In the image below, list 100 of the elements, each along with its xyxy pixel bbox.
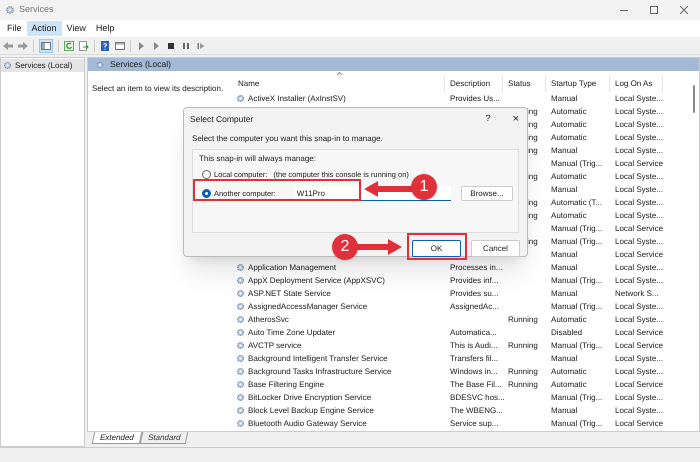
browse-button[interactable]: Browse... [460, 186, 513, 201]
table-cell-text: Automatic (T... [550, 196, 604, 208]
column-header[interactable]: Status [503, 76, 546, 92]
forward-arrow-icon[interactable] [18, 40, 28, 50]
column-header[interactable]: Description [445, 76, 503, 92]
ok-button[interactable]: OK [412, 240, 461, 257]
table-cell-text: Automatica... [449, 326, 498, 338]
table-cell-text: Manual [550, 404, 578, 416]
help-icon[interactable] [100, 40, 110, 50]
export-icon[interactable] [79, 40, 89, 50]
gear-icon [236, 94, 245, 103]
table-cell-text: Automatic [550, 118, 588, 130]
table-cell-text: Automatic [550, 210, 588, 222]
menu-item[interactable]: View [62, 21, 91, 36]
maximize-icon[interactable] [650, 6, 658, 14]
table-cell-text: Local Service [614, 248, 663, 260]
console-tree-button[interactable] [39, 38, 53, 52]
table-cell-text: Automatic [550, 106, 588, 118]
service-name[interactable]: Auto Time Zone Updater [248, 326, 336, 338]
menu-item[interactable]: Help [90, 21, 120, 36]
tree-item[interactable]: Services (Local) [1, 59, 84, 72]
group-label: This snap-in will always manage: [198, 153, 317, 165]
window-title: Services [19, 3, 54, 16]
table-cell-text: Windows in... [449, 366, 499, 378]
table-cell-text: Local Syste... [614, 404, 663, 416]
service-name[interactable]: Base Filtering Engine [248, 378, 324, 390]
radio-button[interactable] [202, 189, 211, 198]
back-arrow-icon[interactable] [3, 40, 13, 50]
resume-icon[interactable] [196, 40, 206, 50]
table-cell-text: Running [507, 314, 539, 326]
service-name[interactable]: Background Intelligent Transfer Service [248, 352, 388, 364]
table-cell-text: Automatic [550, 314, 588, 326]
table-cell-text: Manual [550, 144, 578, 156]
table-cell-text: Local Syste... [614, 184, 663, 196]
column-header[interactable]: Log On As [610, 76, 663, 92]
table-cell-text: This is Audi... [449, 340, 499, 352]
column-header[interactable]: Startup Type [546, 76, 610, 92]
table-cell-text: Local Syste... [614, 274, 663, 286]
table-cell-text: Local Syste... [614, 132, 663, 144]
table-cell-text: Manual [550, 288, 578, 300]
table-cell-text: Running [507, 340, 539, 352]
table-cell-text: Manual (Trig... [550, 274, 604, 286]
table-cell-text: Manual [550, 248, 578, 260]
table-cell-text: The Base Fil... [449, 378, 503, 390]
close-button[interactable]: × [512, 110, 519, 128]
service-name[interactable]: ASP.NET State Service [248, 288, 331, 300]
table-cell-text: Manual [550, 184, 578, 196]
view-tab[interactable]: Standard [140, 432, 189, 444]
table-cell-text: Local Service [614, 222, 663, 234]
table-cell-text: Manual [550, 92, 578, 104]
service-name[interactable]: Bluetooth Audio Gateway Service [248, 418, 367, 430]
table-cell-text: Manual (Trig... [550, 236, 604, 248]
radio-button[interactable] [202, 170, 211, 179]
service-name[interactable]: Block Level Backup Engine Service [248, 404, 374, 416]
service-name[interactable]: BitLocker Drive Encryption Service [248, 392, 372, 404]
table-cell-text: Automatic [550, 366, 588, 378]
cancel-button[interactable]: Cancel [471, 240, 520, 257]
table-cell-text: Manual (Trig... [550, 222, 604, 234]
menu-item[interactable]: File [2, 21, 27, 36]
gear-icon [96, 60, 104, 68]
table-cell-text: AssignedAc... [449, 300, 500, 312]
table-cell-text: Automatic [550, 132, 588, 144]
service-name[interactable]: AtherosSvc [248, 314, 289, 326]
help-button[interactable]: ? [486, 112, 491, 126]
table-cell-text: Local Syste... [614, 314, 663, 326]
table-cell-text: Processes in... [449, 262, 503, 274]
table-cell-text: Local Service [614, 418, 663, 430]
stop-icon[interactable] [166, 40, 176, 50]
table-cell-text: Manual (Trig... [550, 340, 604, 352]
close-icon[interactable] [680, 6, 688, 14]
pause-icon[interactable] [181, 40, 191, 50]
table-cell-text: Local Syste... [614, 236, 663, 248]
table-cell-text: Provides inf... [449, 274, 500, 286]
table-cell-text: Running [507, 366, 539, 378]
refresh-icon[interactable] [64, 40, 74, 50]
table-cell-text: Manual (Trig... [550, 300, 604, 312]
service-name[interactable]: AppX Deployment Service (AppXSVC) [248, 274, 385, 286]
table-cell-text: Automatic [550, 378, 588, 390]
table-cell-text: Local Service [614, 326, 663, 338]
table-cell-text: The WBENG... [449, 404, 503, 416]
table-cell-text: Local Syste... [614, 196, 663, 208]
menu-item[interactable]: Action [26, 21, 62, 36]
gear-icon [3, 61, 12, 70]
instruction-text: Select the computer you want this snap-in to manage. [191, 133, 384, 145]
arrow [364, 181, 414, 197]
table-cell-text: Local Syste... [614, 118, 663, 130]
view-tab[interactable]: Extended [92, 432, 142, 444]
column-header[interactable]: Name [233, 76, 445, 92]
service-name[interactable]: AVCTP service [248, 340, 302, 352]
table-cell-text: Manual [550, 262, 578, 274]
service-name[interactable]: Background Tasks Infrastructure Service [248, 366, 392, 378]
properties-icon[interactable] [115, 40, 125, 50]
table-cell-text: Running [507, 378, 539, 390]
table-cell-text: BDESVC hos... [449, 392, 503, 404]
table-cell-text: Automatic [550, 170, 588, 182]
service-name[interactable]: ActiveX Installer (AxInstSV) [248, 92, 346, 104]
table-cell-text: Local Service [614, 158, 663, 170]
service-name[interactable]: AssignedAccessManager Service [248, 300, 368, 312]
service-name[interactable]: Application Management [248, 262, 336, 274]
table-cell-text: Local Syste... [614, 210, 663, 222]
